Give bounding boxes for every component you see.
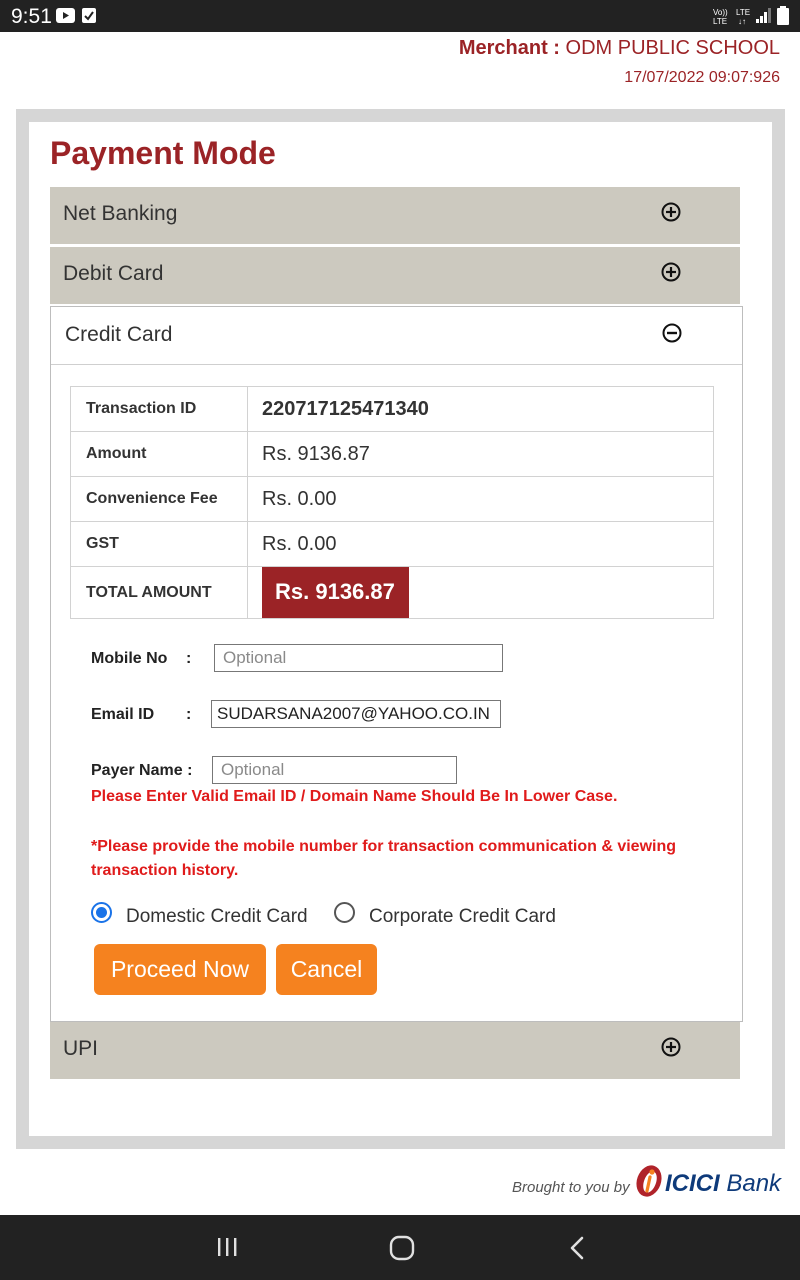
merchant-info: Merchant : ODM PUBLIC SCHOOL [459,37,780,60]
collapse-icon[interactable] [661,322,683,344]
page-title: Payment Mode [50,135,276,171]
accordion-credit-card[interactable]: Credit Card [51,307,742,365]
back-icon[interactable] [566,1235,588,1261]
mobile-colon: : [186,650,192,667]
battery-icon [777,6,789,25]
accordion-net-banking[interactable]: Net Banking [50,187,740,244]
convenience-fee-value: Rs. 0.00 [247,476,714,522]
convenience-fee-label: Convenience Fee [70,476,248,522]
accordion-debit-card[interactable]: Debit Card [50,247,740,304]
bank-name-bank: Bank [726,1170,782,1197]
recents-icon[interactable] [216,1236,238,1258]
mobile-note-line-2: transaction history. [91,862,239,879]
merchant-label: Merchant : [458,37,560,59]
total-amount-cell: Rs. 9136.87 [247,566,714,619]
svg-text:↓↑: ↓↑ [738,17,746,26]
table-row: TOTAL AMOUNT Rs. 9136.87 [70,566,714,619]
transaction-id-value: 220717125471340 [247,386,714,432]
expand-icon[interactable] [660,201,682,223]
youtube-icon [56,8,75,23]
gst-label: GST [70,521,248,567]
accordion-label: Credit Card [65,323,173,346]
checkbox-icon [82,8,96,23]
status-time: 9:51 [11,5,52,28]
expand-icon[interactable] [660,261,682,283]
amount-value: Rs. 9136.87 [247,431,714,477]
total-amount-label: TOTAL AMOUNT [70,566,248,619]
bank-logo-text: ICICI Bank [665,1170,781,1198]
table-row: Transaction ID 220717125471340 [70,386,714,432]
proceed-now-button[interactable]: Proceed Now [94,944,266,995]
home-icon[interactable] [389,1235,415,1261]
email-colon: : [186,706,192,723]
transaction-id-label: Transaction ID [70,386,248,432]
gst-value: Rs. 0.00 [247,521,714,567]
accordion-upi[interactable]: UPI [50,1022,740,1079]
email-input[interactable] [211,700,501,728]
amount-label: Amount [70,431,248,477]
mobile-input[interactable] [214,644,503,672]
mobile-label: Mobile No [91,650,168,667]
volte-icon: Vo)) LTE [713,8,728,26]
email-label: Email ID [91,706,155,723]
brought-to-you-by: Brought to you by [512,1179,630,1196]
accordion-label: Net Banking [63,202,178,225]
cancel-button[interactable]: Cancel [276,944,377,995]
svg-text:Vo)): Vo)) [713,8,728,17]
domestic-credit-card-label[interactable]: Domestic Credit Card [126,906,308,928]
transaction-table: Transaction ID 220717125471340 Amount Rs… [70,386,714,619]
domestic-credit-card-radio[interactable] [91,902,112,923]
total-amount-value: Rs. 9136.87 [262,567,409,618]
svg-text:LTE: LTE [736,8,750,17]
icici-logo-icon [636,1165,662,1197]
table-row: Amount Rs. 9136.87 [70,431,714,477]
merchant-name: ODM PUBLIC SCHOOL [565,37,780,59]
transaction-datetime: 17/07/2022 09:07:926 [624,69,780,86]
expand-icon[interactable] [660,1036,682,1058]
corporate-credit-card-label[interactable]: Corporate Credit Card [369,906,556,928]
bank-name-icici: ICICI [665,1170,720,1197]
payer-name-input[interactable] [212,756,457,784]
accordion-label: Debit Card [63,262,164,285]
accordion-label: UPI [63,1037,99,1060]
table-row: Convenience Fee Rs. 0.00 [70,476,714,522]
email-error-message: Please Enter Valid Email ID / Domain Nam… [91,788,618,805]
svg-text:LTE: LTE [713,17,727,26]
mobile-note-line-1: *Please provide the mobile number for tr… [91,838,677,855]
payer-name-label: Payer Name : [91,762,193,779]
signal-icon [756,8,771,23]
navigation-bar [0,1215,800,1280]
table-row: GST Rs. 0.00 [70,521,714,567]
lte-icon: LTE ↓↑ [736,8,750,26]
corporate-credit-card-radio[interactable] [334,902,355,923]
status-bar: 9:51 Vo)) LTE LTE ↓↑ [0,0,800,32]
